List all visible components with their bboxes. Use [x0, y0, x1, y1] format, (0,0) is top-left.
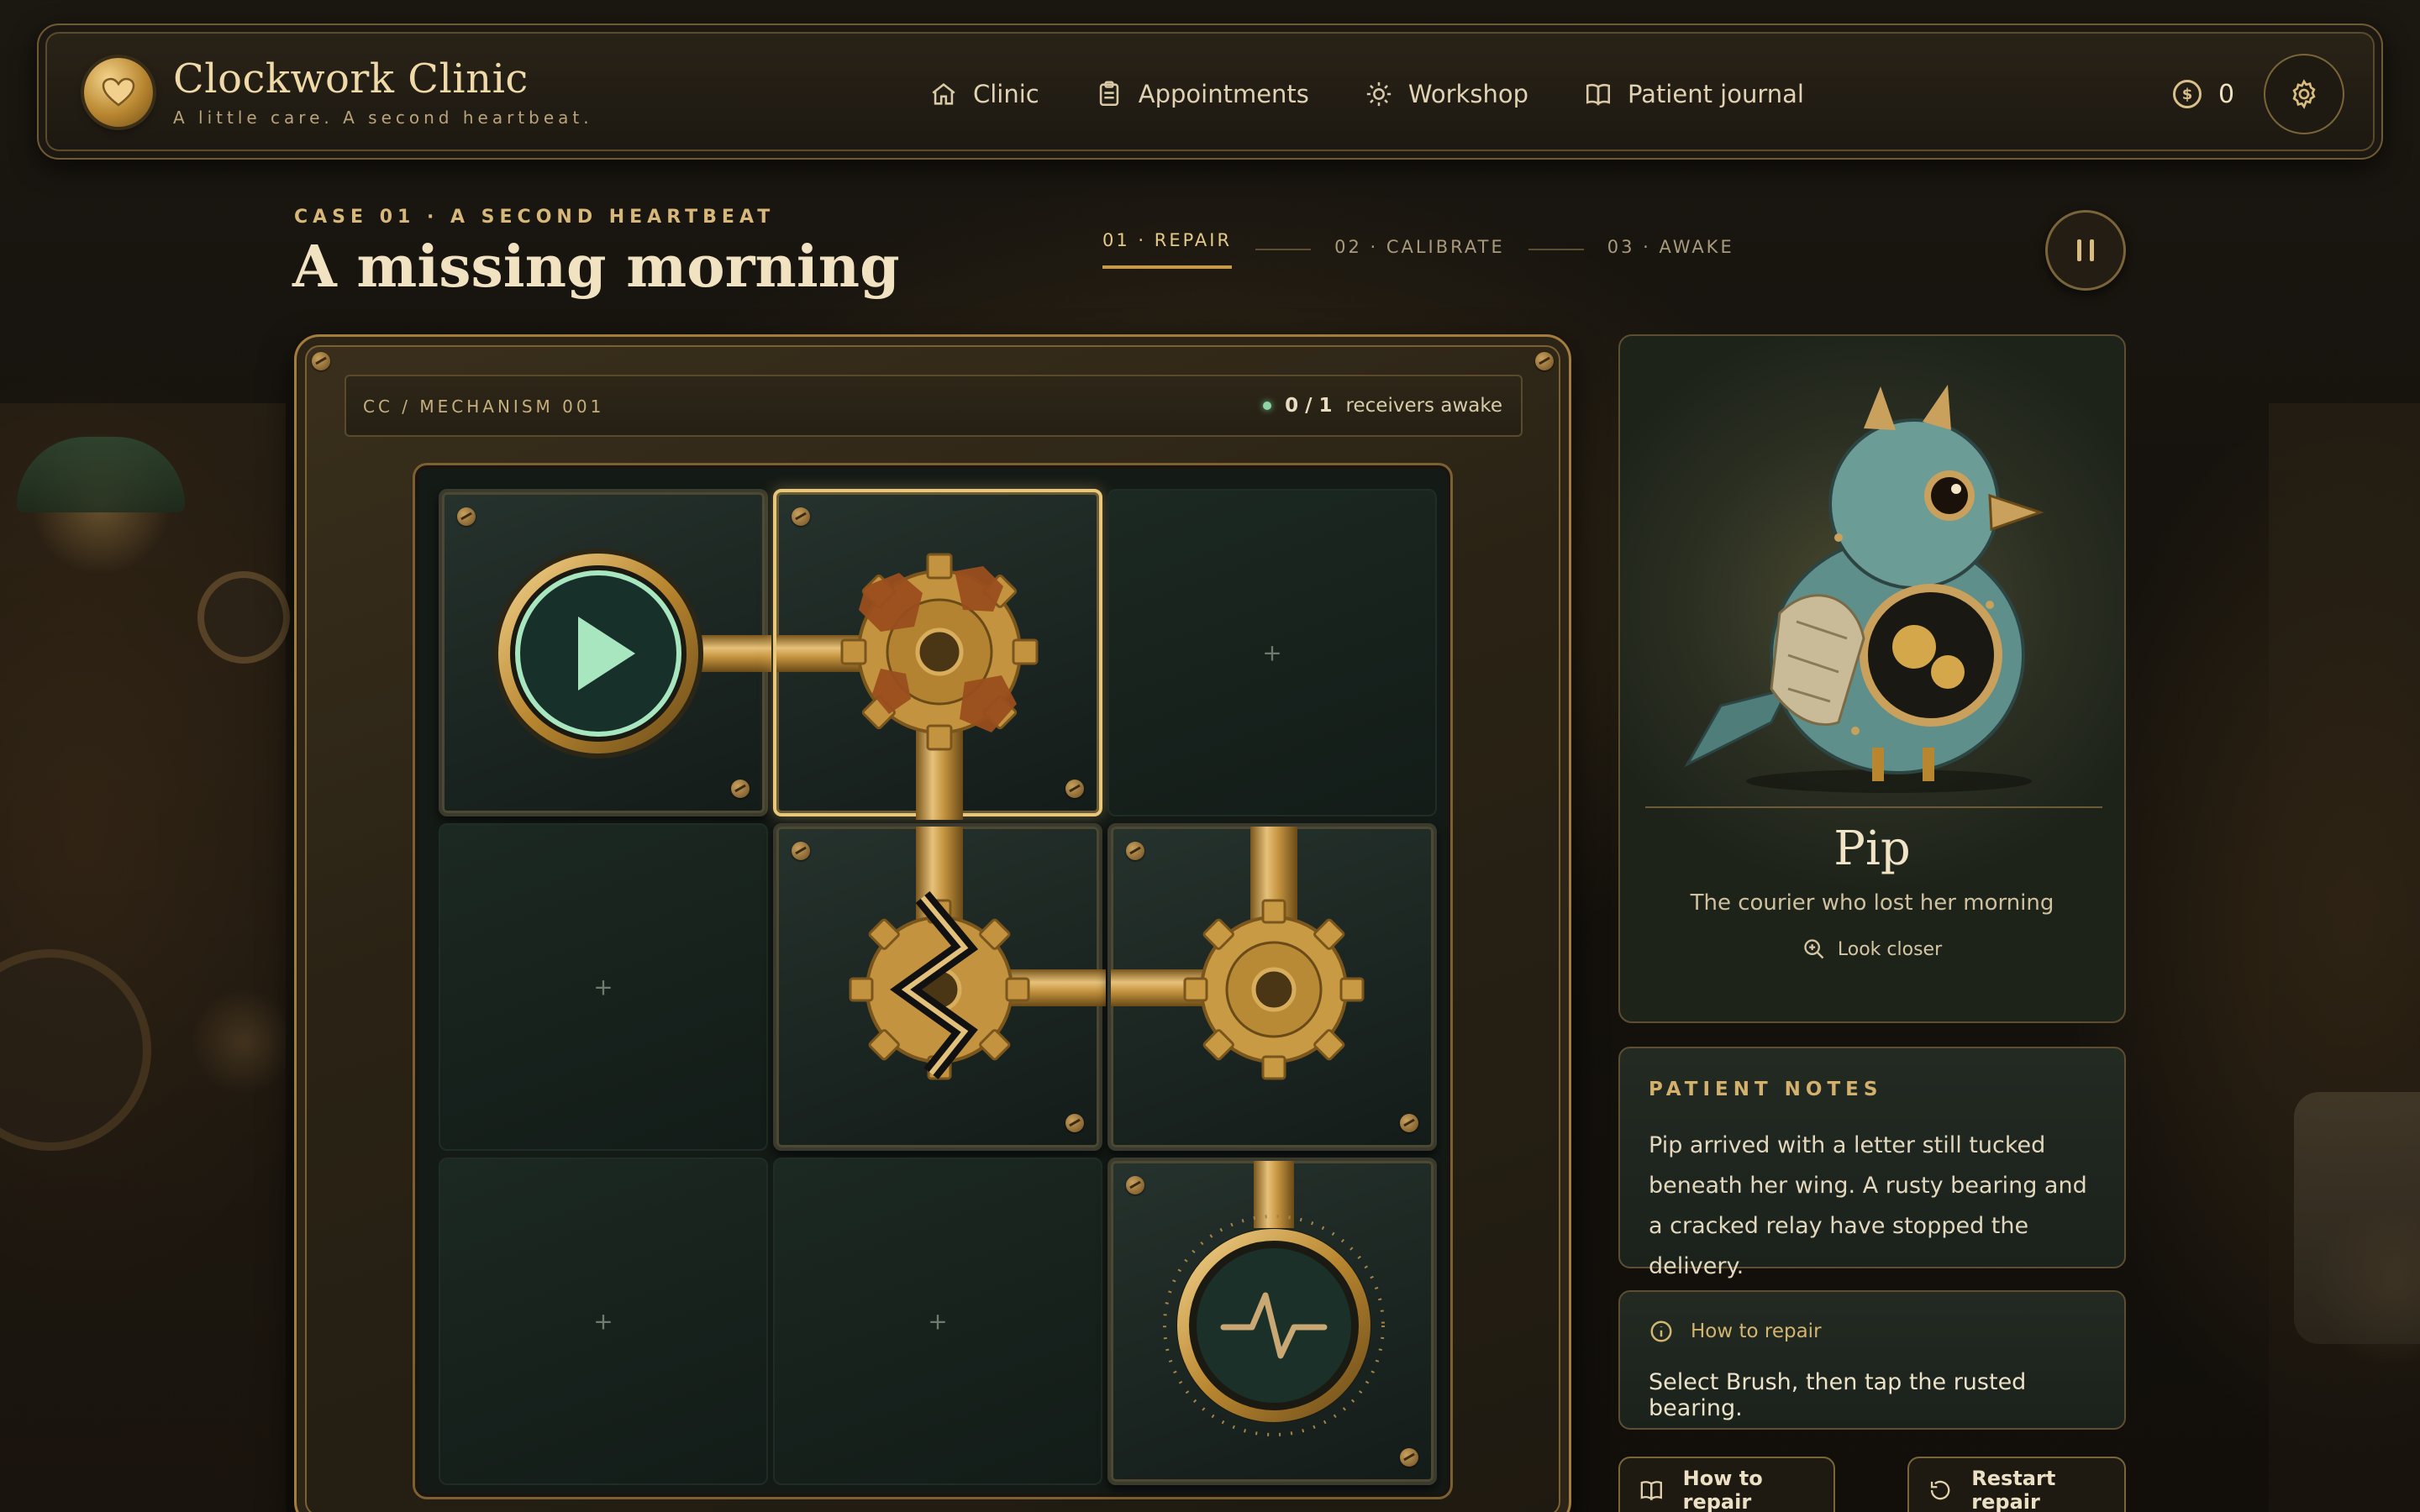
- hint-title: How to repair: [1691, 1320, 1822, 1342]
- patient-name: Pip: [1833, 822, 1911, 876]
- grid-cell-rusted-bearing[interactable]: [773, 489, 1102, 820]
- notes-title: PATIENT NOTES: [1649, 1079, 1883, 1100]
- book-icon: [1640, 1481, 1662, 1501]
- grid-cell-heartbeat-receiver[interactable]: [1107, 1158, 1437, 1485]
- screw-icon: [1535, 352, 1554, 370]
- app-tagline: A little care. A second heartbeat.: [173, 108, 593, 128]
- pause-button[interactable]: [2045, 210, 2126, 291]
- gear-icon: [1366, 81, 1392, 107]
- mechanism-id: CC / MECHANISM 001: [363, 396, 605, 417]
- button-label: Restart repair: [1971, 1467, 2056, 1512]
- main-nav: Clinic Appointments Workshop Patient jou…: [929, 74, 1860, 114]
- status-dot-icon: [1263, 402, 1272, 410]
- hint-text: Select Brush, then tap the rusted bearin…: [1649, 1369, 2027, 1421]
- workshop-scenery-right: [2269, 403, 2420, 1512]
- patient-notes-card: PATIENT NOTES Pip arrived with a letter …: [1618, 1047, 2126, 1279]
- settings-button[interactable]: [2264, 54, 2344, 134]
- clockwork-bird-portrait: [1684, 385, 2044, 793]
- grid-cell-empty[interactable]: +: [439, 823, 768, 1151]
- info-icon: [1650, 1320, 1672, 1342]
- patient-card: Pip The courier who lost her morning Loo…: [1618, 334, 2126, 1023]
- nav-item-patient-journal[interactable]: Patient journal: [1584, 74, 1804, 114]
- clock-decoration: [197, 571, 290, 664]
- progress-steps: 01 · REPAIR 02 · CALIBRATE 03 · AWAKE: [1102, 230, 1734, 269]
- case-label: CASE 01 · A SECOND HEARTBEAT: [294, 207, 776, 228]
- screw-icon: [312, 352, 330, 370]
- grid-cell-empty[interactable]: +: [439, 1158, 768, 1485]
- nav-item-workshop[interactable]: Workshop: [1365, 74, 1528, 114]
- zoom-in-icon: [1804, 939, 1824, 959]
- look-closer-label: Look closer: [1837, 938, 1943, 960]
- step-separator: [1255, 249, 1312, 250]
- play-source-icon: [493, 549, 771, 759]
- top-navigation-bar: Clockwork Clinic A little care. A second…: [37, 24, 2383, 160]
- coin-icon: $: [2173, 80, 2202, 108]
- repair-hint-card: How to repair Select Brush, then tap the…: [1618, 1290, 2126, 1430]
- nav-item-appointments[interactable]: Appointments: [1095, 74, 1309, 114]
- case-title: A missing morning: [292, 234, 900, 301]
- mechanism-status-bar: CC / MECHANISM 001 0 / 1 receivers awake: [345, 375, 1523, 437]
- mechanism-grid: + + + +: [415, 465, 1450, 1497]
- heart-logo-icon: [84, 58, 153, 127]
- grid-cell-gear[interactable]: [1107, 823, 1437, 1151]
- gear-icon: [1111, 827, 1365, 1080]
- add-slot-icon: +: [593, 1307, 613, 1336]
- nav-item-label: Appointments: [1138, 80, 1309, 108]
- rusted-gear-icon: [776, 553, 1039, 820]
- coin-balance: $ 0: [2173, 74, 2234, 114]
- grid-cell-empty[interactable]: +: [1107, 489, 1437, 816]
- add-slot-icon: +: [1262, 638, 1282, 667]
- settings-gear-icon: [2292, 79, 2316, 109]
- brand[interactable]: Clockwork Clinic A little care. A second…: [84, 57, 593, 128]
- button-label: How to repair: [1682, 1467, 1763, 1512]
- step-awake[interactable]: 03 · AWAKE: [1607, 237, 1734, 257]
- restart-repair-button[interactable]: Restart repair: [1907, 1457, 2126, 1512]
- coin-count: 0: [2218, 79, 2235, 109]
- pause-icon: [2073, 239, 2098, 261]
- grid-cell-start-source[interactable]: [439, 489, 771, 816]
- hint-header: How to repair: [1649, 1319, 1822, 1344]
- nav-item-label: Clinic: [973, 80, 1039, 108]
- heartbeat-receiver-icon: [1163, 1161, 1385, 1436]
- receivers-count: 0 / 1: [1285, 395, 1333, 417]
- clipboard-icon: [1099, 81, 1118, 107]
- look-closer-button[interactable]: Look closer: [1620, 937, 2124, 961]
- home-icon: [932, 83, 955, 105]
- patient-description: The courier who lost her morning: [1690, 890, 2054, 916]
- app-title: Clockwork Clinic: [173, 55, 529, 102]
- add-slot-icon: +: [593, 973, 613, 1001]
- jar-decoration: [2294, 1092, 2420, 1344]
- notes-text: Pip arrived with a letter still tucked b…: [1649, 1132, 2087, 1279]
- book-icon: [1586, 83, 1611, 106]
- nav-item-label: Patient journal: [1627, 80, 1804, 108]
- step-repair[interactable]: 01 · REPAIR: [1102, 230, 1233, 269]
- grid-cell-empty[interactable]: +: [773, 1158, 1102, 1485]
- step-separator: [1528, 249, 1584, 250]
- add-slot-icon: +: [928, 1307, 948, 1336]
- step-calibrate[interactable]: 02 · CALIBRATE: [1334, 237, 1505, 257]
- nav-item-clinic[interactable]: Clinic: [929, 74, 1039, 114]
- cracked-gear-icon: [849, 827, 1106, 1080]
- nav-item-label: Workshop: [1407, 80, 1528, 108]
- divider: [1645, 806, 2102, 808]
- receivers-label: receivers awake: [1345, 395, 1502, 417]
- restart-icon: [1930, 1480, 1950, 1500]
- grid-cell-cracked-relay[interactable]: [773, 823, 1106, 1151]
- how-to-repair-button[interactable]: How to repair: [1618, 1457, 1835, 1512]
- receivers-status: 0 / 1 receivers awake: [1263, 395, 1502, 417]
